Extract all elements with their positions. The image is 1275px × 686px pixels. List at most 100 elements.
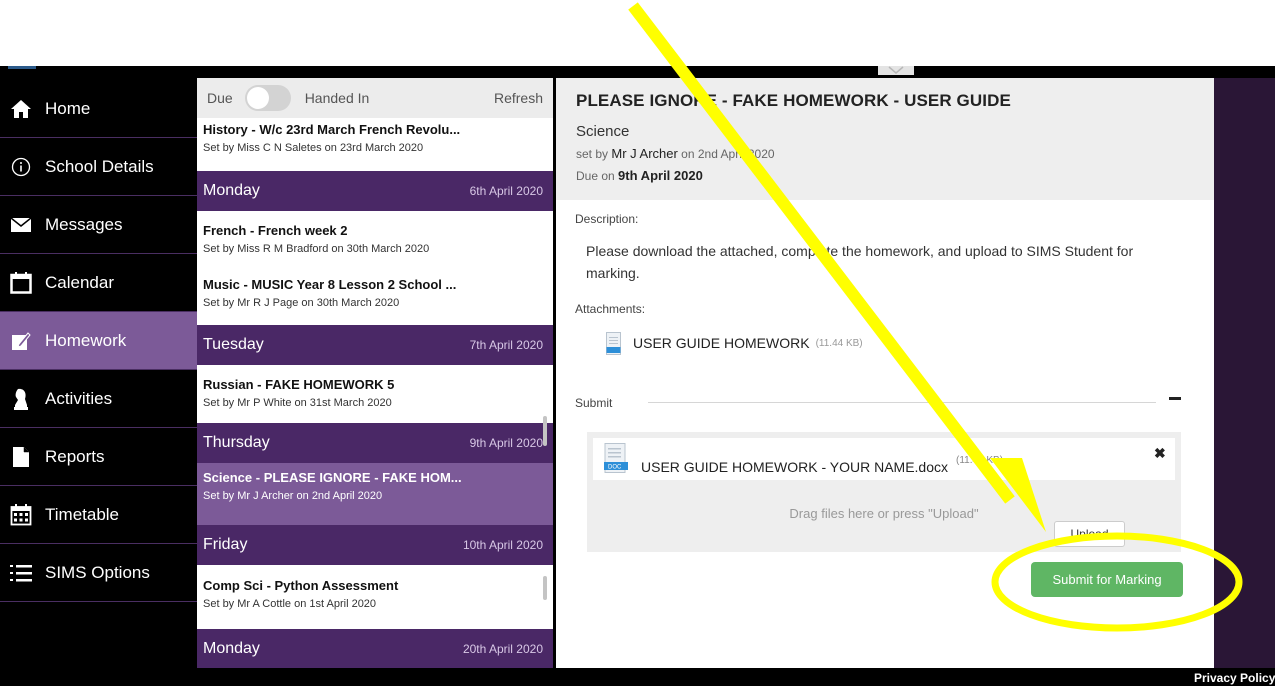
- homework-title: History - W/c 23rd March French Revolu..…: [203, 122, 461, 137]
- sidebar-item-label: Home: [45, 98, 91, 118]
- list-item[interactable]: History - W/c 23rd March French Revolu..…: [197, 118, 553, 171]
- day-date: 20th April 2020: [462, 642, 543, 656]
- homework-setby: Set by Mr R J Page on 30th March 2020: [203, 297, 400, 309]
- list-toolbar: Due Handed In Refresh: [197, 78, 553, 118]
- drag-hint: Drag files here or press "Upload": [789, 506, 979, 521]
- sidebar-item-home[interactable]: Home: [0, 80, 197, 138]
- day-header: Thursday 9th April 2020: [197, 423, 553, 463]
- day-name: Monday: [203, 640, 260, 657]
- sidebar-item-label: School Details: [45, 156, 154, 176]
- chess-piece-icon: [9, 387, 33, 411]
- teacher-name: Mr J Archer: [611, 146, 678, 161]
- description-text: Please download the attached, complete t…: [586, 243, 1134, 281]
- svg-text:DOC: DOC: [608, 465, 622, 471]
- sidebar-item-label: Timetable: [45, 504, 120, 524]
- sidebar-item-school-details[interactable]: School Details: [0, 138, 197, 196]
- list-item-selected[interactable]: Science - PLEASE IGNORE - FAKE HOM... Se…: [197, 463, 553, 525]
- uploaded-file-card: DOC USER GUIDE HOMEWORK - YOUR NAME.docx…: [593, 438, 1175, 480]
- day-header: Tuesday 7th April 2020: [197, 325, 553, 365]
- upload-dropzone[interactable]: DOC USER GUIDE HOMEWORK - YOUR NAME.docx…: [587, 432, 1181, 552]
- homework-detail: PLEASE IGNORE - FAKE HOMEWORK - USER GUI…: [556, 78, 1214, 668]
- sidebar-item-calendar[interactable]: Calendar: [0, 254, 197, 312]
- day-name: Monday: [203, 182, 260, 199]
- calendar-icon: [9, 271, 33, 295]
- day-name: Friday: [203, 536, 248, 553]
- submit-for-marking-button[interactable]: Submit for Marking: [1031, 562, 1183, 597]
- uploaded-file-size: (11.44 KB): [956, 455, 1004, 466]
- sidebar-item-label: Calendar: [45, 272, 114, 292]
- day-name: Thursday: [203, 434, 270, 451]
- privacy-policy-link[interactable]: Privacy Policy: [1194, 671, 1275, 685]
- homework-title: Science - PLEASE IGNORE - FAKE HOM...: [203, 470, 462, 485]
- sidebar-item-label: Reports: [45, 446, 105, 466]
- collapse-minus-icon[interactable]: [1169, 397, 1181, 400]
- uploaded-file-name: USER GUIDE HOMEWORK - YOUR NAME.docx: [641, 459, 949, 475]
- document-icon: [9, 445, 33, 469]
- homework-title: French - French week 2: [203, 223, 348, 238]
- attachment-link[interactable]: USER GUIDE HOMEWORK (11.44 KB): [606, 332, 863, 355]
- list-item[interactable]: French - French week 2 Set by Miss R M B…: [197, 211, 553, 269]
- due-line: Due on 9th April 2020: [576, 168, 1214, 183]
- sidebar-item-label: Homework: [45, 330, 127, 350]
- homework-list[interactable]: Due Handed In Refresh History - W/c 23rd…: [197, 78, 553, 668]
- upload-button[interactable]: Upload: [1054, 521, 1125, 547]
- day-date: 9th April 2020: [469, 436, 543, 450]
- divider: [648, 402, 1156, 403]
- homework-title: Music - MUSIC Year 8 Lesson 2 School ...: [203, 277, 457, 292]
- top-white-area: [0, 0, 1275, 66]
- due-label: Due: [207, 90, 233, 106]
- refresh-button[interactable]: Refresh: [494, 90, 543, 106]
- day-header: Monday 20th April 2020: [197, 629, 553, 668]
- day-header: Monday 6th April 2020: [197, 171, 553, 211]
- day-name: Tuesday: [203, 336, 264, 353]
- sidebar-item-label: Messages: [45, 214, 123, 234]
- homework-setby: Set by Mr J Archer on 2nd April 2020: [203, 490, 383, 502]
- submit-section-label: Submit: [575, 396, 613, 410]
- timetable-icon: [9, 503, 33, 527]
- topbar-accent: [8, 66, 36, 69]
- envelope-icon: [9, 213, 33, 237]
- homework-title: Comp Sci - Python Assessment: [203, 578, 399, 593]
- chevron-down-icon[interactable]: [878, 66, 914, 75]
- list-icon: [9, 561, 33, 585]
- sidebar-item-homework[interactable]: Homework: [0, 312, 197, 370]
- docx-file-icon: DOC: [604, 443, 629, 473]
- homework-title: Russian - FAKE HOMEWORK 5: [203, 377, 395, 392]
- remove-file-icon[interactable]: ✖: [1154, 445, 1166, 462]
- homework-detail-title: PLEASE IGNORE - FAKE HOMEWORK - USER GUI…: [576, 91, 1011, 110]
- day-header: Friday 10th April 2020: [197, 525, 553, 565]
- info-icon: [9, 155, 33, 179]
- sidebar-item-sims-options[interactable]: SIMS Options: [0, 544, 197, 602]
- due-date: 9th April 2020: [618, 168, 703, 183]
- sidebar: Home School Details Messages Calendar Ho…: [0, 80, 197, 602]
- sidebar-item-label: SIMS Options: [45, 562, 150, 582]
- home-icon: [9, 97, 33, 121]
- attachment-name: USER GUIDE HOMEWORK: [633, 335, 810, 351]
- sidebar-item-label: Activities: [45, 388, 113, 408]
- set-on-date: on 2nd April 2020: [681, 147, 775, 161]
- sidebar-item-reports[interactable]: Reports: [0, 428, 197, 486]
- edit-icon: [9, 329, 33, 353]
- list-item[interactable]: Russian - FAKE HOMEWORK 5 Set by Mr P Wh…: [197, 365, 553, 423]
- due-handed-in-toggle[interactable]: [244, 85, 291, 111]
- right-panel-background: [1214, 78, 1275, 668]
- day-date: 10th April 2020: [462, 538, 543, 552]
- sidebar-item-messages[interactable]: Messages: [0, 196, 197, 254]
- set-by-prefix: set by: [576, 147, 609, 161]
- scrollbar-thumb[interactable]: [543, 416, 547, 446]
- sidebar-item-timetable[interactable]: Timetable: [0, 486, 197, 544]
- subject-label: Science: [576, 123, 630, 140]
- list-item[interactable]: Music - MUSIC Year 8 Lesson 2 School ...…: [197, 269, 553, 325]
- set-by-line: set by Mr J Archer on 2nd April 2020: [576, 146, 1214, 161]
- homework-setby: Set by Mr A Cottle on 1st April 2020: [203, 598, 377, 610]
- scrollbar-thumb[interactable]: [543, 576, 547, 600]
- homework-setby: Set by Miss R M Bradford on 30th March 2…: [203, 243, 430, 255]
- detail-header: PLEASE IGNORE - FAKE HOMEWORK - USER GUI…: [556, 78, 1214, 200]
- due-prefix: Due on: [576, 169, 615, 183]
- description-label: Description:: [575, 212, 639, 226]
- toggle-knob: [246, 87, 269, 109]
- list-item[interactable]: Comp Sci - Python Assessment Set by Mr A…: [197, 565, 553, 629]
- attachments-label: Attachments:: [575, 302, 646, 316]
- doc-file-icon: [606, 332, 621, 355]
- sidebar-item-activities[interactable]: Activities: [0, 370, 197, 428]
